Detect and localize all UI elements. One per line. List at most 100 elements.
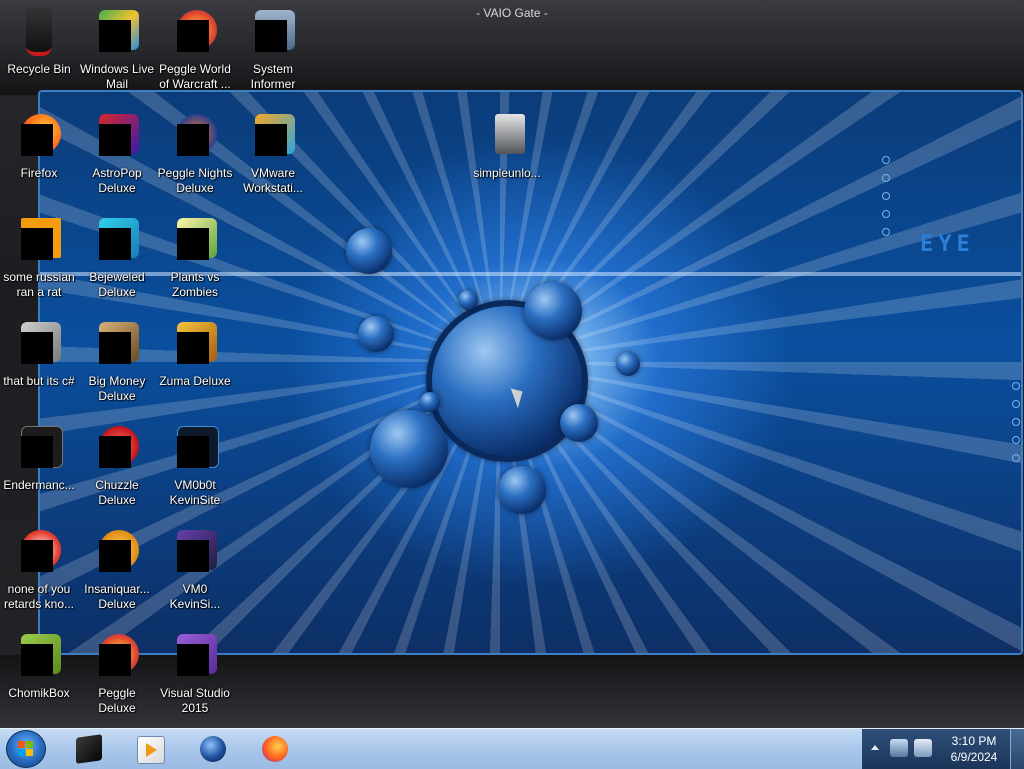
- big-money-icon: [91, 318, 143, 370]
- desktop-icon-zuma-deluxe[interactable]: Zuma Deluxe: [156, 318, 234, 389]
- globe-orb-icon: [200, 736, 226, 762]
- app-icon: [13, 526, 65, 578]
- firefox-icon: [13, 110, 65, 162]
- desktop-icon-label: VM0 KevinSi...: [169, 582, 221, 611]
- desktop-icon-visual-studio-2015[interactable]: Visual Studio 2015: [156, 630, 234, 716]
- wallpaper-orb: [358, 316, 394, 352]
- desktop-icon-label: Bejeweled Deluxe: [89, 270, 145, 299]
- desktop-icon-insaniquarium-deluxe[interactable]: Insaniquar... Deluxe: [78, 526, 156, 612]
- desktop-icon-label: Insaniquar... Deluxe: [84, 582, 150, 611]
- taskbar-clock[interactable]: 3:10 PM 6/9/2024: [938, 729, 1010, 769]
- desktop-icon-chuzzle-deluxe[interactable]: Chuzzle Deluxe: [78, 422, 156, 508]
- desktop-icon-label: Big Money Deluxe: [88, 374, 146, 403]
- desktop-icon-chomikbox[interactable]: ChomikBox: [0, 630, 78, 701]
- desktop-icon-big-money-deluxe[interactable]: Big Money Deluxe: [78, 318, 156, 404]
- clock-time: 3:10 PM: [951, 734, 997, 748]
- wallpaper-dot-column: [882, 156, 890, 246]
- wallpaper-eye-text: EYE: [920, 232, 975, 257]
- desktop-icon-label: Peggle Deluxe: [98, 686, 136, 715]
- desktop-icon-vm0-kevinsite[interactable]: VM0 KevinSi...: [156, 526, 234, 612]
- show-desktop-button[interactable]: [1010, 729, 1024, 769]
- recycle-bin-icon: [13, 6, 65, 58]
- wallpaper-orb: [346, 228, 392, 274]
- windows-live-mail-icon: [91, 6, 143, 58]
- plants-vs-zombies-icon: [169, 214, 221, 266]
- bejeweled-icon: [91, 214, 143, 266]
- peggle-icon: [169, 6, 221, 58]
- desktop-icon-label: Firefox: [20, 166, 58, 180]
- desktop-icon-vm0b0t-kevinsite[interactable]: VM0b0t KevinSite: [156, 422, 234, 508]
- media-player-icon: [137, 736, 165, 764]
- terminal-icon: [169, 422, 221, 474]
- terminal-icon: [13, 422, 65, 474]
- desktop-icon-recycle-bin[interactable]: Recycle Bin: [0, 6, 78, 77]
- astropop-icon: [91, 110, 143, 162]
- desktop-icon-label: System Informer: [250, 62, 296, 91]
- desktop-icon-label: Zuma Deluxe: [159, 374, 231, 388]
- peggle-nights-icon: [169, 110, 221, 162]
- desktop-icon-label: that but its c#: [3, 374, 75, 388]
- system-informer-icon: [247, 6, 299, 58]
- firefox-icon: [262, 736, 288, 762]
- desktop-icon-label: Recycle Bin: [7, 62, 71, 76]
- desktop-icon-label: ChomikBox: [8, 686, 70, 700]
- taskbar-pinned-firefox[interactable]: [246, 731, 302, 767]
- wallpaper-orb: [420, 392, 440, 412]
- desktop-icon-label: Peggle Nights Deluxe: [157, 166, 233, 195]
- wallpaper-orb: [498, 466, 546, 514]
- wallpaper-orb: [524, 282, 582, 340]
- visual-studio-icon: [169, 630, 221, 682]
- network-monitor-icon[interactable]: [890, 739, 908, 757]
- wallpaper-orb: [458, 290, 478, 310]
- desktop-icon-label: Peggle World of Warcraft ...: [159, 62, 231, 91]
- app-icon: [13, 214, 65, 266]
- vmware-icon: [247, 110, 299, 162]
- app-icon: [169, 526, 221, 578]
- desktop-icon-label: Plants vs Zombies: [170, 270, 220, 299]
- desktop-icon-simpleunlocker[interactable]: simpleunlo...: [468, 110, 546, 181]
- desktop-icon-peggle-deluxe[interactable]: Peggle Deluxe: [78, 630, 156, 716]
- chuzzle-icon: [91, 422, 143, 474]
- wallpaper-orb: [616, 352, 640, 376]
- clock-date: 6/9/2024: [950, 750, 998, 764]
- desktop-icon-endermanch[interactable]: Endermanc...: [0, 422, 78, 493]
- start-button[interactable]: [6, 730, 46, 768]
- taskbar-pinned-media-player[interactable]: [121, 731, 177, 767]
- chevron-up-icon[interactable]: [871, 745, 879, 750]
- desktop-icon-label: some russian ran a rat: [3, 270, 75, 299]
- desktop-icon-peggle-nights-deluxe[interactable]: Peggle Nights Deluxe: [156, 110, 234, 196]
- peggle-icon: [91, 630, 143, 682]
- desktop-icon-some-russian-ran-a-rat[interactable]: some russian ran a rat: [0, 214, 78, 300]
- desktop-icon-label: Chuzzle Deluxe: [95, 478, 139, 507]
- black-cube-icon: [76, 734, 102, 764]
- desktop-icon-plants-vs-zombies[interactable]: Plants vs Zombies: [156, 214, 234, 300]
- wallpaper-orb: [370, 410, 448, 488]
- desktop-icon-vmware-workstation[interactable]: VMware Workstati...: [234, 110, 312, 196]
- desktop-icon-label: Windows Live Mail: [79, 62, 155, 91]
- taskbar: 3:10 PM 6/9/2024: [0, 728, 1024, 769]
- desktop-icon-astropop-deluxe[interactable]: AstroPop Deluxe: [78, 110, 156, 196]
- zuma-icon: [169, 318, 221, 370]
- desktop-icon-label: AstroPop Deluxe: [92, 166, 142, 195]
- folder-icon: [481, 110, 533, 162]
- wallpaper-dot-column: [1012, 382, 1020, 472]
- speaker-icon[interactable]: [914, 739, 932, 757]
- desktop-icon-firefox[interactable]: Firefox: [0, 110, 78, 181]
- windows-orb-icon: [18, 741, 34, 757]
- insaniquarium-icon: [91, 526, 143, 578]
- desktop-icon-label: VMware Workstati...: [243, 166, 303, 195]
- taskbar-pinned-cube[interactable]: [60, 731, 116, 767]
- desktop-icon-none-of-you-retards-know[interactable]: none of you retards kno...: [0, 526, 78, 612]
- desktop-icon-that-but-its-csharp[interactable]: that but its c#: [0, 318, 78, 389]
- taskbar-pinned-globe[interactable]: [184, 731, 240, 767]
- desktop-icon-peggle-world-of-warcraft[interactable]: Peggle World of Warcraft ...: [156, 6, 234, 92]
- desktop-icon-bejeweled-deluxe[interactable]: Bejeweled Deluxe: [78, 214, 156, 300]
- desktop-icon-windows-live-mail[interactable]: Windows Live Mail: [78, 6, 156, 92]
- chomikbox-icon: [13, 630, 65, 682]
- desktop-icon-label: simpleunlo...: [473, 166, 541, 180]
- system-tray: [862, 729, 938, 769]
- desktop-icon-system-informer[interactable]: System Informer: [234, 6, 312, 92]
- desktop-icon-label: Visual Studio 2015: [160, 686, 230, 715]
- desktop-icon-label: VM0b0t KevinSite: [169, 478, 221, 507]
- desktop-icon-label: none of you retards kno...: [3, 582, 75, 611]
